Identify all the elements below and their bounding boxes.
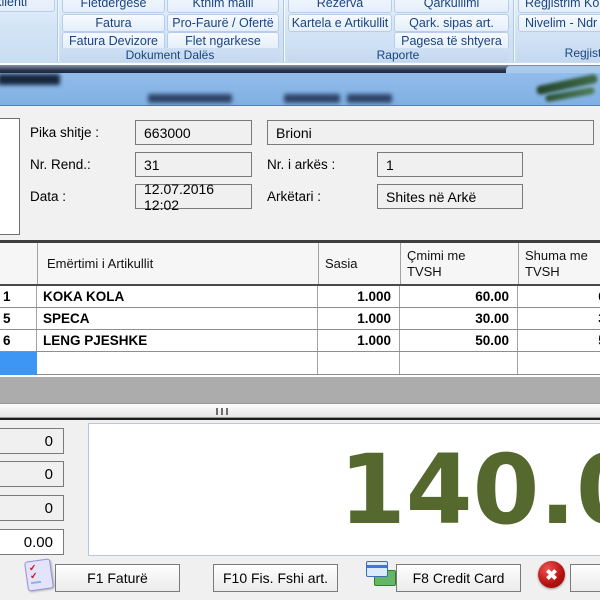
ribbon-item-kthim-malli[interactable]: Kthim malli <box>167 0 279 13</box>
ribbon-item-regjistrim[interactable]: Regjistrim Ko <box>518 0 600 13</box>
pos-window: ga klienti Fletdërgesë Fatura Fatura Dev… <box>0 0 600 600</box>
row-number-cell: 1 <box>0 286 37 307</box>
ribbon-group-label-regjistrime: Regjistr <box>517 43 600 62</box>
column-header-total[interactable]: Shuma me TVSH <box>525 247 600 281</box>
summary-field-3[interactable]: 0 <box>0 495 64 521</box>
redacted-text <box>148 94 232 103</box>
ribbon-item-nga-klienti[interactable]: ga klienti <box>0 0 55 12</box>
table-header-row: Emërtimi i Artikullit Sasia Çmimi me TVS… <box>0 243 600 286</box>
pika-shitje-label: Pika shitje : <box>30 120 99 145</box>
item-price-cell: 60.00 <box>400 286 518 307</box>
table-row[interactable]: 6 LENG PJESHKE 1.000 50.00 50.00 <box>0 330 600 352</box>
arketari-label: Arkëtari : <box>267 184 321 209</box>
sale-header-form: Pika shitje : 663000 Brioni Nr. Rend.: 3… <box>0 106 600 243</box>
table-row[interactable]: 5 SPECA 1.000 30.00 30.00 <box>0 308 600 330</box>
item-qty-cell: 1.000 <box>318 330 400 351</box>
f8-credit-card-button[interactable]: F8 Credit Card <box>396 564 521 592</box>
grid-background-band <box>0 377 600 403</box>
credit-card-icon <box>366 561 396 588</box>
pika-shitje-code-field[interactable]: 663000 <box>135 120 252 145</box>
ribbon-toolbar: ga klienti Fletdërgesë Fatura Fatura Dev… <box>0 0 600 63</box>
item-total-cell <box>518 352 600 374</box>
item-qty-cell: 1.000 <box>318 308 400 329</box>
ribbon-group-label-raporte: Raporte <box>287 48 509 62</box>
item-name-cell: LENG PJESHKE <box>37 330 318 351</box>
total-display: 140.00 <box>88 423 600 556</box>
table-row-empty[interactable] <box>0 352 600 375</box>
ribbon-item-qark-sipas-art[interactable]: Qark. sipas art. <box>394 14 509 32</box>
ribbon-item-qarkullimi[interactable]: Qarkullimi <box>394 0 509 13</box>
ribbon-item-rezerva[interactable]: Rezerva <box>288 0 392 13</box>
selected-cell-highlight[interactable] <box>0 352 37 375</box>
ribbon-group-raporte: Rezerva Kartela e Artikullit Qarkullimi … <box>285 0 511 63</box>
column-header-name[interactable]: Emërtimi i Artikullit <box>47 243 153 284</box>
splitter-grip-icon[interactable] <box>216 408 228 415</box>
item-name-cell: SPECA <box>37 308 318 329</box>
ribbon-item-pro-faure-oferte[interactable]: Pro-Faurë / Ofertë <box>167 14 279 32</box>
item-name-cell: KOKA KOLA <box>37 286 318 307</box>
column-header-qty[interactable]: Sasia <box>325 243 358 284</box>
pika-shitje-name-field[interactable]: Brioni <box>267 120 594 145</box>
total-amount: 140.00 <box>339 424 600 555</box>
summary-field-1[interactable]: 0 <box>0 428 64 454</box>
redacted-text <box>284 94 340 103</box>
summary-field-amount[interactable]: 0.00 <box>0 529 64 555</box>
nr-arkes-label: Nr. i arkës : <box>267 152 335 177</box>
item-total-cell: 60.00 <box>518 286 600 307</box>
redacted-text <box>347 94 392 103</box>
nr-arkes-field[interactable]: 1 <box>377 152 523 177</box>
nr-rend-field[interactable]: 31 <box>135 152 252 177</box>
redacted-company-name <box>0 74 60 85</box>
grid-line <box>518 243 519 284</box>
f10-fshi-art-button[interactable]: F10 Fis. Fshi art. <box>213 564 338 592</box>
data-field[interactable]: 12.07.2016 12:02 <box>135 184 252 209</box>
item-price-cell <box>400 352 518 374</box>
f1-fature-button[interactable]: F1 Faturë <box>55 564 180 592</box>
nr-rend-label: Nr. Rend.: <box>30 152 91 177</box>
payment-panel: 0 0 0 0.00 140.00 ✔✔ F1 Faturë F10 Fis. … <box>0 420 600 600</box>
grid-line <box>37 243 38 284</box>
ribbon-group-label-dokument-dales: Dokument Dalës <box>60 48 280 62</box>
item-total-cell: 30.00 <box>518 308 600 329</box>
summary-field-2[interactable]: 0 <box>0 461 64 487</box>
table-row[interactable]: 1 KOKA KOLA 1.000 60.00 60.00 <box>0 286 600 308</box>
ribbon-group-regjistrime: Regjistrim Ko Nivelim - Ndr Regjistr <box>515 0 600 63</box>
ribbon-item-nivelim[interactable]: Nivelim - Ndr <box>518 14 600 32</box>
data-label: Data : <box>30 184 66 209</box>
ribbon-item-fatura[interactable]: Fatura <box>62 14 165 32</box>
horizontal-splitter[interactable] <box>0 403 600 418</box>
arketari-field[interactable]: Shites në Arkë <box>377 184 523 209</box>
item-price-cell: 50.00 <box>400 330 518 351</box>
item-qty-cell: 1.000 <box>318 286 400 307</box>
item-price-cell: 30.00 <box>400 308 518 329</box>
ribbon-item-fletdergese[interactable]: Fletdërgesë <box>62 0 165 13</box>
item-name-cell <box>37 352 318 374</box>
partial-button[interactable] <box>570 564 600 592</box>
row-number-cell: 6 <box>0 330 37 351</box>
grid-line <box>400 243 401 284</box>
column-header-price[interactable]: Çmimi me TVSH <box>407 247 487 281</box>
ribbon-group-dokument-dales: Fletdërgesë Fatura Fatura Devizore Kthim… <box>58 0 282 63</box>
item-total-cell: 50.00 <box>518 330 600 351</box>
close-icon[interactable]: ✖ <box>538 561 565 588</box>
side-listbox[interactable] <box>0 118 20 235</box>
item-qty-cell <box>318 352 400 374</box>
grid-line <box>318 243 319 284</box>
invoice-icon: ✔✔ <box>24 558 54 591</box>
row-number-cell: 5 <box>0 308 37 329</box>
items-table: Emërtimi i Artikullit Sasia Çmimi me TVS… <box>0 243 600 377</box>
ribbon-item-kartela-e-artikullit[interactable]: Kartela e Artikullit <box>288 14 392 32</box>
document-title-band <box>0 73 600 106</box>
divider-band-tab <box>506 66 600 73</box>
